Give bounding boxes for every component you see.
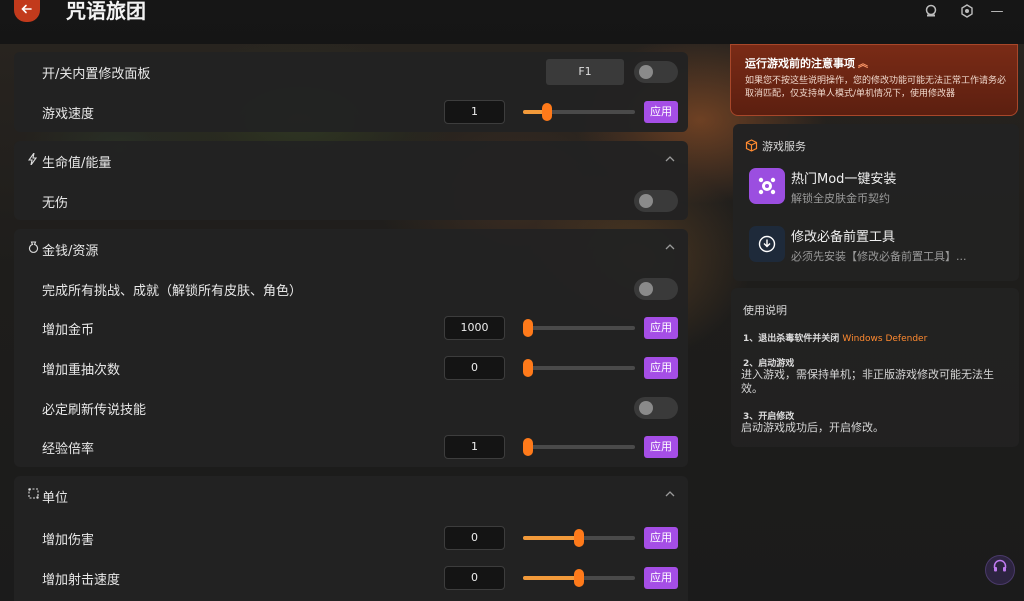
minimize-icon[interactable]: — (988, 2, 1006, 20)
add-gold-apply-button[interactable]: 应用 (644, 317, 678, 339)
panel-toggle-switch[interactable] (634, 61, 678, 83)
download-icon (749, 226, 785, 262)
exp-rate-slider[interactable] (523, 438, 635, 456)
usage-step-1: 1、退出杀毒软件并关闭 Windows Defender (743, 331, 927, 344)
add-gold-label: 增加金币 (42, 322, 95, 338)
exp-rate-input[interactable]: 1 (444, 435, 505, 459)
usage-step-1-title: 1、退出杀毒软件并关闭 (743, 334, 840, 344)
chevron-up-icon[interactable] (662, 151, 678, 167)
mod-icon (749, 168, 785, 204)
service-title: 修改必备前置工具 (791, 230, 896, 245)
add-gold-input[interactable]: 1000 (444, 316, 505, 340)
add-reroll-apply-button[interactable]: 应用 (644, 357, 678, 379)
title-bar: 咒语旅团 — (0, 0, 1024, 44)
notice-title[interactable]: 运行游戏前的注意事项 ︽ (745, 55, 868, 71)
hotkey-box[interactable]: F1 (546, 59, 624, 85)
usage-title: 使用说明 (743, 304, 787, 317)
headset-icon[interactable] (985, 555, 1015, 585)
invincible-row: 无伤 (14, 181, 688, 221)
top-settings-panel: 开/关内置修改面板 F1 游戏速度 1 应用 (14, 52, 688, 132)
complete-all-label: 完成所有挑战、成就（解锁所有皮肤、角色） (42, 283, 303, 299)
unit-section: 单位 增加伤害 0 应用 增加射击速度 0 应用 (14, 476, 688, 601)
add-damage-apply-button[interactable]: 应用 (644, 527, 678, 549)
slider-thumb[interactable] (574, 529, 584, 547)
service-item-prerequisite[interactable]: 修改必备前置工具 必须先安装【修改必备前置工具】... (747, 224, 1009, 268)
service-subtitle: 必须先安装【修改必备前置工具】... (791, 250, 967, 263)
slider-thumb[interactable] (523, 319, 533, 337)
service-title: 热门Mod一键安装 (791, 172, 897, 187)
add-gold-row: 增加金币 1000 应用 (14, 308, 688, 348)
unit-section-title: 单位 (42, 491, 69, 506)
invincible-label: 无伤 (42, 195, 69, 211)
service-item-mod[interactable]: 热门Mod一键安装 解锁全皮肤金币契约 (747, 166, 1009, 210)
gear-icon[interactable] (958, 2, 976, 20)
chevron-up-icon[interactable] (662, 239, 678, 255)
add-reroll-label: 增加重抽次数 (42, 362, 121, 378)
lightning-icon (26, 152, 40, 167)
panel-toggle-row: 开/关内置修改面板 F1 (14, 52, 688, 92)
money-section-header[interactable]: 金钱/资源 (14, 229, 688, 269)
add-gold-slider[interactable] (523, 319, 635, 337)
legendary-row: 必定刷新传说技能 (14, 388, 688, 428)
hp-section-title: 生命值/能量 (42, 156, 112, 171)
add-damage-label: 增加伤害 (42, 532, 95, 548)
legendary-label: 必定刷新传说技能 (42, 402, 147, 418)
slider-thumb[interactable] (523, 359, 533, 377)
add-attack-speed-input[interactable]: 0 (444, 566, 505, 590)
slider-fill (523, 536, 579, 540)
arrow-left-icon (21, 3, 33, 19)
service-subtitle: 解锁全皮肤金币契约 (791, 192, 890, 205)
game-services-card: 游戏服务 热门Mod一键安装 解锁全皮肤金币契约 修改必备前置工具 必须先安装【… (733, 124, 1019, 281)
game-speed-apply-button[interactable]: 应用 (644, 101, 678, 123)
add-attack-speed-apply-button[interactable]: 应用 (644, 567, 678, 589)
game-speed-row: 游戏速度 1 应用 (14, 92, 688, 132)
exp-rate-apply-button[interactable]: 应用 (644, 436, 678, 458)
add-damage-slider[interactable] (523, 529, 635, 547)
money-section-title: 金钱/资源 (42, 244, 99, 259)
unit-icon (26, 488, 40, 502)
usage-step-3-text: 启动游戏成功后，开启修改。 (741, 421, 884, 434)
hp-section-header[interactable]: 生命值/能量 (14, 141, 688, 181)
legendary-toggle[interactable] (634, 397, 678, 419)
add-attack-speed-slider[interactable] (523, 569, 635, 587)
hp-section: 生命值/能量 无伤 (14, 141, 688, 220)
chevron-up-icon[interactable] (662, 486, 678, 502)
add-attack-speed-row: 增加射击速度 0 应用 (14, 558, 688, 598)
money-section: 金钱/资源 完成所有挑战、成就（解锁所有皮肤、角色） 增加金币 1000 应用 … (14, 229, 688, 467)
notice-banner: 运行游戏前的注意事项 ︽ 如果您不按这些说明操作，您的修改功能可能无法正常工作请务… (730, 44, 1018, 116)
game-services-title: 游戏服务 (762, 140, 806, 153)
exp-rate-row: 经验倍率 1 应用 (14, 427, 688, 467)
complete-all-row: 完成所有挑战、成就（解锁所有皮肤、角色） (14, 269, 688, 309)
add-reroll-row: 增加重抽次数 0 应用 (14, 348, 688, 388)
invincible-toggle[interactable] (634, 190, 678, 212)
slider-thumb[interactable] (574, 569, 584, 587)
box-icon (745, 139, 758, 152)
slider-fill (523, 576, 579, 580)
exp-rate-label: 经验倍率 (42, 441, 95, 457)
app-title: 咒语旅团 (66, 0, 146, 23)
money-bag-icon (26, 241, 40, 255)
add-damage-input[interactable]: 0 (444, 526, 505, 550)
add-damage-row: 增加伤害 0 应用 (14, 518, 688, 558)
notice-body: 如果您不按这些说明操作，您的修改功能可能无法正常工作请务必取消匹配，仅支持单人模… (745, 76, 1007, 99)
slider-thumb[interactable] (542, 103, 552, 121)
game-speed-input[interactable]: 1 (444, 100, 505, 124)
usage-card: 使用说明 1、退出杀毒软件并关闭 Windows Defender 2、启动游戏… (731, 288, 1019, 447)
complete-all-toggle[interactable] (634, 278, 678, 300)
usage-step-2-text: 进入游戏，需保持单机；非正版游戏修改可能无法生效。 (741, 368, 994, 395)
add-reroll-slider[interactable] (523, 359, 635, 377)
unit-section-header[interactable]: 单位 (14, 476, 688, 516)
windows-defender-highlight: Windows Defender (842, 334, 928, 344)
user-icon[interactable] (922, 2, 940, 20)
notice-title-text: 运行游戏前的注意事项 (745, 57, 855, 70)
game-speed-label: 游戏速度 (42, 106, 95, 122)
panel-toggle-label: 开/关内置修改面板 (42, 66, 151, 82)
back-button[interactable] (14, 0, 40, 22)
game-speed-slider[interactable] (523, 103, 635, 121)
slider-thumb[interactable] (523, 438, 533, 456)
add-attack-speed-label: 增加射击速度 (42, 572, 121, 588)
chevron-up-icon[interactable]: ︽ (858, 59, 868, 70)
add-reroll-input[interactable]: 0 (444, 356, 505, 380)
